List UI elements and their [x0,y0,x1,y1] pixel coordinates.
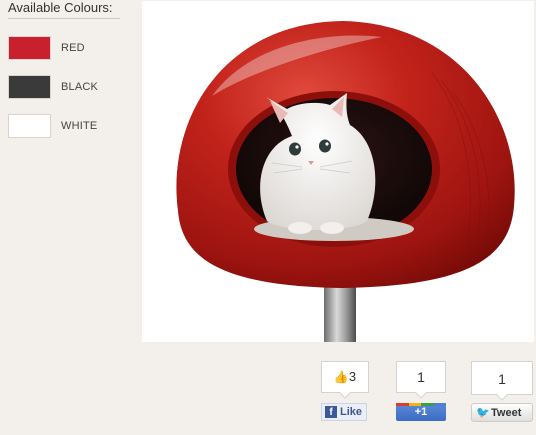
colour-label-white: WHITE [61,120,98,132]
twitter-tweet-button[interactable]: 🐦 Tweet [471,403,533,422]
facebook-like-button[interactable]: f Like [321,403,367,421]
google-plus-one-button[interactable]: +1 [396,403,446,421]
facebook-like-widget[interactable]: 👍3 f Like [321,361,369,421]
facebook-like-label: Like [340,406,363,418]
colour-label-red: RED [61,42,85,54]
google-color-stripe [396,403,446,406]
google-plus-one-label: +1 [414,406,428,418]
colour-option-red[interactable]: RED [8,36,123,60]
colour-swatch-black[interactable] [8,75,51,99]
product-photo [142,1,534,342]
twitter-bird-icon: 🐦 [476,407,490,419]
colour-label-black: BLACK [61,81,99,93]
thumbs-up-icon: 👍 [333,370,349,384]
google-plus-one-widget[interactable]: 1 +1 [396,361,446,421]
cat-in-red-pod-bed-photo [176,21,515,342]
twitter-tweet-widget[interactable]: 1 🐦 Tweet [471,361,533,423]
google-plus-count: 1 [396,361,446,393]
available-colours-title: Available Colours: [8,0,120,19]
twitter-tweet-count: 1 [471,361,533,395]
facebook-count-value: 3 [348,369,357,384]
colour-swatch-white[interactable] [8,114,51,138]
facebook-like-count: 👍3 [321,361,369,393]
colour-swatch-red[interactable] [8,36,51,60]
colour-option-white[interactable]: WHITE [8,114,123,138]
facebook-icon: f [325,406,337,418]
colour-option-black[interactable]: BLACK [8,75,123,99]
twitter-tweet-label: Tweet [491,407,522,419]
